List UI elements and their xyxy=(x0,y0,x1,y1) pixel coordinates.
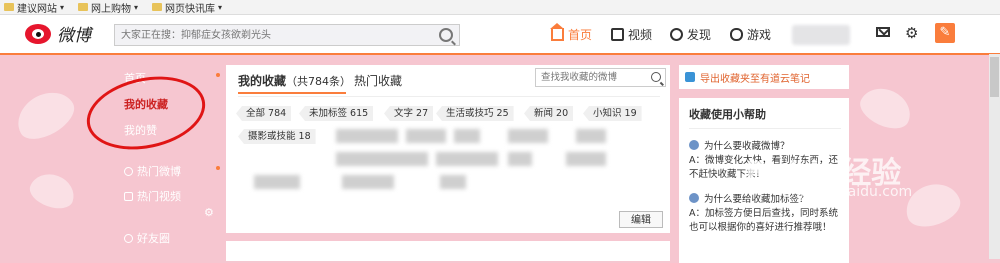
blurred-tag xyxy=(566,152,606,166)
sidebar-item-label: 好友圈 xyxy=(137,232,170,245)
bookmark-label: 网页快讯库 xyxy=(165,3,216,15)
logo-text: 微博 xyxy=(57,26,91,46)
top-navigation: 微博 首页 视频 发现 游戏 ⚙ ✎ xyxy=(0,15,1000,55)
blurred-tag xyxy=(336,152,428,166)
blurred-tag xyxy=(342,175,394,189)
bookmark-suggested-sites[interactable]: 建议网站 ▾ xyxy=(0,0,64,15)
tag-news[interactable]: 新闻 20 xyxy=(524,106,574,121)
edit-tags-button[interactable]: 编辑 xyxy=(619,211,663,228)
sidebar-item-hot-video[interactable]: 热门视频 xyxy=(124,188,181,204)
tag-trivia[interactable]: 小知识 19 xyxy=(583,106,642,121)
tag-life-tips[interactable]: 生活或技巧 25 xyxy=(436,106,514,121)
bookmark-label: 建议网站 xyxy=(17,3,57,15)
favorites-count: （共784条） xyxy=(286,75,352,88)
youdao-note-icon xyxy=(685,72,695,82)
sidebar-item-hot-weibo[interactable]: 热门微博 xyxy=(124,163,181,179)
tab-label: 我的收藏 xyxy=(238,74,287,88)
nav-home-label: 首页 xyxy=(568,28,593,42)
compass-icon xyxy=(670,28,683,41)
sidebar-settings-gear-icon[interactable]: ⚙ xyxy=(204,206,214,219)
folder-icon xyxy=(78,3,89,11)
divider xyxy=(689,128,841,129)
help-title: 收藏使用小帮助 xyxy=(689,108,766,121)
unread-dot xyxy=(216,166,220,170)
gamepad-icon xyxy=(730,28,743,41)
active-tab-underline xyxy=(238,92,346,94)
video-icon xyxy=(124,191,133,201)
nav-game[interactable]: 游戏 xyxy=(730,26,771,43)
blurred-tag xyxy=(254,175,300,189)
tag-all[interactable]: 全部 784 xyxy=(236,106,292,121)
tab-label: 热门收藏 xyxy=(354,74,403,88)
user-name-blurred[interactable] xyxy=(792,25,850,45)
global-search xyxy=(114,24,460,46)
blurred-tag xyxy=(406,129,446,143)
tag-photography-skills[interactable]: 摄影或技能 18 xyxy=(238,129,316,144)
blurred-tag xyxy=(576,129,606,143)
export-to-youdao[interactable]: 导出收藏夹至有道云笔记 xyxy=(679,65,849,89)
search-input[interactable] xyxy=(121,28,421,42)
divider xyxy=(238,96,660,97)
hot-icon xyxy=(124,166,133,176)
bookmark-label: 网上购物 xyxy=(91,3,132,15)
page-scrollbar[interactable] xyxy=(989,54,1000,259)
search-icon[interactable] xyxy=(651,72,661,82)
blurred-tag xyxy=(508,129,548,143)
tab-hot-favorites[interactable]: 热门收藏 xyxy=(354,72,402,89)
circle-icon xyxy=(124,233,133,243)
home-icon xyxy=(550,23,564,41)
mail-icon[interactable] xyxy=(876,27,890,37)
blurred-tag xyxy=(336,129,398,143)
feed-item-card xyxy=(226,241,670,261)
petal-decoration xyxy=(854,80,918,136)
weibo-logo-icon xyxy=(25,23,51,44)
sidebar-item-label: 热门视频 xyxy=(137,190,181,203)
bookmarks-bar: 建议网站 ▾ 网上购物 ▾ 网页快讯库 ▾ xyxy=(0,0,1000,15)
nav-home[interactable]: 首页 xyxy=(550,23,593,43)
annotation-red-circle xyxy=(80,66,212,160)
tab-my-favorites[interactable]: 我的收藏（共784条） xyxy=(238,72,351,89)
petal-decoration xyxy=(9,82,81,148)
nav-discover[interactable]: 发现 xyxy=(670,26,711,43)
baidu-watermark-url: jingyan.baidu.com xyxy=(783,184,913,200)
bookmark-web-slices[interactable]: 网页快讯库 ▾ xyxy=(148,0,222,15)
scrollbar-thumb[interactable] xyxy=(990,57,999,97)
chevron-down-icon: ▾ xyxy=(218,2,223,12)
search-icon[interactable] xyxy=(439,28,453,42)
unread-dot xyxy=(216,73,220,77)
export-label: 导出收藏夹至有道云笔记 xyxy=(700,73,810,85)
chevron-down-icon: ▾ xyxy=(60,2,65,12)
sidebar-item-label: 热门微博 xyxy=(137,165,181,178)
blurred-tag xyxy=(508,152,532,166)
blurred-tag xyxy=(454,129,480,143)
chevron-down-icon: ▾ xyxy=(134,2,139,12)
gear-icon[interactable]: ⚙ xyxy=(905,26,918,41)
folder-icon xyxy=(152,3,163,11)
tag-untagged[interactable]: 未加标签 615 xyxy=(299,106,374,121)
favorites-search-input[interactable] xyxy=(541,71,651,84)
petal-decoration xyxy=(25,168,80,214)
nav-game-label: 游戏 xyxy=(747,28,772,42)
question-icon xyxy=(689,193,699,203)
help-answer: A：加标签方便日后查找，同时系统也可以根据你的喜好进行推荐哦！ xyxy=(689,208,838,233)
blurred-tag xyxy=(436,152,498,166)
bookmark-online-shopping[interactable]: 网上购物 ▾ xyxy=(74,0,138,15)
video-icon xyxy=(611,28,624,41)
weibo-logo[interactable]: 微博 xyxy=(25,21,91,46)
favorites-card: 我的收藏（共784条） 热门收藏 全部 784 未加标签 615 文字 27 生… xyxy=(226,65,670,233)
sidebar-item-friends-circle[interactable]: 好友圈 xyxy=(124,230,170,246)
nav-video-label: 视频 xyxy=(628,28,653,42)
blurred-tag xyxy=(440,175,466,189)
folder-icon xyxy=(4,3,14,11)
question-icon xyxy=(689,140,699,150)
tag-text[interactable]: 文字 27 xyxy=(384,106,434,121)
favorites-search xyxy=(535,68,666,87)
compose-button[interactable]: ✎ xyxy=(935,23,955,43)
nav-discover-label: 发现 xyxy=(687,28,712,42)
nav-video[interactable]: 视频 xyxy=(611,26,652,43)
